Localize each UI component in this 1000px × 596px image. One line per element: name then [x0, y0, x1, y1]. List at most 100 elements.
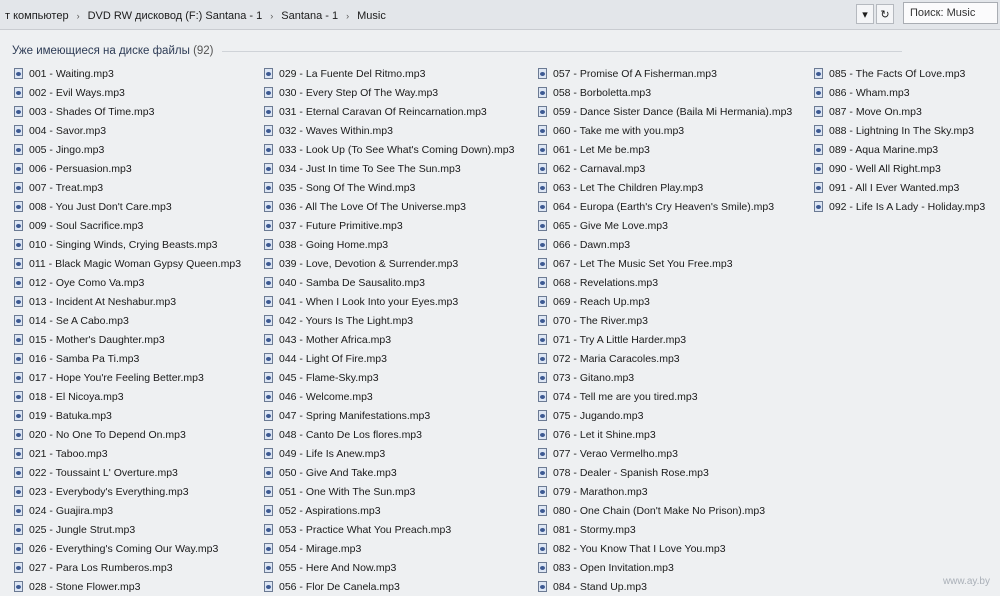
file-item[interactable]: 020 - No One To Depend On.mp3 [14, 425, 284, 444]
file-item[interactable]: 056 - Flor De Canela.mp3 [264, 577, 534, 596]
file-item[interactable]: 087 - Move On.mp3 [814, 102, 1000, 121]
file-item[interactable]: 040 - Samba De Sausalito.mp3 [264, 273, 534, 292]
file-item[interactable]: 035 - Song Of The Wind.mp3 [264, 178, 534, 197]
group-header[interactable]: Уже имеющиеся на диске файлы (92) [12, 43, 902, 59]
file-item[interactable]: 081 - Stormy.mp3 [538, 520, 808, 539]
file-item[interactable]: 059 - Dance Sister Dance (Baila Mi Herma… [538, 102, 808, 121]
file-item[interactable]: 036 - All The Love Of The Universe.mp3 [264, 197, 534, 216]
file-item[interactable]: 060 - Take me with you.mp3 [538, 121, 808, 140]
file-item[interactable]: 091 - All I Ever Wanted.mp3 [814, 178, 1000, 197]
file-item[interactable]: 032 - Waves Within.mp3 [264, 121, 534, 140]
file-item[interactable]: 089 - Aqua Marine.mp3 [814, 140, 1000, 159]
file-item[interactable]: 049 - Life Is Anew.mp3 [264, 444, 534, 463]
file-item[interactable]: 007 - Treat.mp3 [14, 178, 284, 197]
file-item[interactable]: 028 - Stone Flower.mp3 [14, 577, 284, 596]
file-item[interactable]: 029 - La Fuente Del Ritmo.mp3 [264, 64, 534, 83]
history-dropdown-button[interactable]: ▾ [856, 4, 874, 24]
file-item[interactable]: 082 - You Know That I Love You.mp3 [538, 539, 808, 558]
breadcrumb-separator-icon[interactable]: › [267, 11, 276, 21]
file-item[interactable]: 076 - Let it Shine.mp3 [538, 425, 808, 444]
file-item[interactable]: 071 - Try A Little Harder.mp3 [538, 330, 808, 349]
file-item[interactable]: 037 - Future Primitive.mp3 [264, 216, 534, 235]
file-item[interactable]: 085 - The Facts Of Love.mp3 [814, 64, 1000, 83]
file-item[interactable]: 045 - Flame-Sky.mp3 [264, 368, 534, 387]
breadcrumb-separator-icon[interactable]: › [343, 11, 352, 21]
file-item[interactable]: 041 - When I Look Into your Eyes.mp3 [264, 292, 534, 311]
file-item[interactable]: 070 - The River.mp3 [538, 311, 808, 330]
file-item[interactable]: 046 - Welcome.mp3 [264, 387, 534, 406]
file-item[interactable]: 014 - Se A Cabo.mp3 [14, 311, 284, 330]
file-item[interactable]: 050 - Give And Take.mp3 [264, 463, 534, 482]
file-item[interactable]: 039 - Love, Devotion & Surrender.mp3 [264, 254, 534, 273]
file-item[interactable]: 077 - Verao Vermelho.mp3 [538, 444, 808, 463]
file-item[interactable]: 011 - Black Magic Woman Gypsy Queen.mp3 [14, 254, 284, 273]
file-item[interactable]: 027 - Para Los Rumberos.mp3 [14, 558, 284, 577]
file-item[interactable]: 072 - Maria Caracoles.mp3 [538, 349, 808, 368]
file-item[interactable]: 088 - Lightning In The Sky.mp3 [814, 121, 1000, 140]
file-item[interactable]: 016 - Samba Pa Ti.mp3 [14, 349, 284, 368]
breadcrumb-dvd-drive[interactable]: DVD RW дисковод (F:) Santana - 1 [83, 10, 268, 22]
file-item[interactable]: 074 - Tell me are you tired.mp3 [538, 387, 808, 406]
file-item[interactable]: 064 - Europa (Earth's Cry Heaven's Smile… [538, 197, 808, 216]
file-item[interactable]: 053 - Practice What You Preach.mp3 [264, 520, 534, 539]
file-item[interactable]: 078 - Dealer - Spanish Rose.mp3 [538, 463, 808, 482]
search-input[interactable]: Поиск: Music [903, 2, 998, 24]
file-item[interactable]: 006 - Persuasion.mp3 [14, 159, 284, 178]
file-item[interactable]: 055 - Here And Now.mp3 [264, 558, 534, 577]
breadcrumb-santana[interactable]: Santana - 1 [276, 10, 343, 22]
file-item[interactable]: 001 - Waiting.mp3 [14, 64, 284, 83]
file-item[interactable]: 058 - Borboletta.mp3 [538, 83, 808, 102]
file-item[interactable]: 025 - Jungle Strut.mp3 [14, 520, 284, 539]
file-item[interactable]: 063 - Let The Children Play.mp3 [538, 178, 808, 197]
file-item[interactable]: 048 - Canto De Los flores.mp3 [264, 425, 534, 444]
file-item[interactable]: 013 - Incident At Neshabur.mp3 [14, 292, 284, 311]
file-item[interactable]: 084 - Stand Up.mp3 [538, 577, 808, 596]
file-item[interactable]: 061 - Let Me be.mp3 [538, 140, 808, 159]
file-item[interactable]: 073 - Gitano.mp3 [538, 368, 808, 387]
breadcrumb-computer[interactable]: т компьютер [0, 10, 74, 22]
file-item[interactable]: 010 - Singing Winds, Crying Beasts.mp3 [14, 235, 284, 254]
file-item[interactable]: 079 - Marathon.mp3 [538, 482, 808, 501]
file-item[interactable]: 018 - El Nicoya.mp3 [14, 387, 284, 406]
file-item[interactable]: 066 - Dawn.mp3 [538, 235, 808, 254]
file-item[interactable]: 038 - Going Home.mp3 [264, 235, 534, 254]
file-item[interactable]: 022 - Toussaint L' Overture.mp3 [14, 463, 284, 482]
breadcrumb-music[interactable]: Music [352, 10, 391, 22]
file-item[interactable]: 075 - Jugando.mp3 [538, 406, 808, 425]
file-item[interactable]: 019 - Batuka.mp3 [14, 406, 284, 425]
file-item[interactable]: 030 - Every Step Of The Way.mp3 [264, 83, 534, 102]
refresh-button[interactable]: ↻ [876, 4, 894, 24]
file-item[interactable]: 068 - Revelations.mp3 [538, 273, 808, 292]
file-item[interactable]: 005 - Jingo.mp3 [14, 140, 284, 159]
file-item[interactable]: 024 - Guajira.mp3 [14, 501, 284, 520]
file-item[interactable]: 092 - Life Is A Lady - Holiday.mp3 [814, 197, 1000, 216]
file-item[interactable]: 065 - Give Me Love.mp3 [538, 216, 808, 235]
file-item[interactable]: 052 - Aspirations.mp3 [264, 501, 534, 520]
file-item[interactable]: 003 - Shades Of Time.mp3 [14, 102, 284, 121]
file-item[interactable]: 034 - Just In time To See The Sun.mp3 [264, 159, 534, 178]
file-item[interactable]: 062 - Carnaval.mp3 [538, 159, 808, 178]
file-item[interactable]: 044 - Light Of Fire.mp3 [264, 349, 534, 368]
breadcrumb-separator-icon[interactable]: › [74, 11, 83, 21]
file-item[interactable]: 017 - Hope You're Feeling Better.mp3 [14, 368, 284, 387]
file-item[interactable]: 021 - Taboo.mp3 [14, 444, 284, 463]
file-item[interactable]: 012 - Oye Como Va.mp3 [14, 273, 284, 292]
breadcrumb[interactable]: т компьютер › DVD RW дисковод (F:) Santa… [0, 6, 391, 26]
file-item[interactable]: 067 - Let The Music Set You Free.mp3 [538, 254, 808, 273]
file-item[interactable]: 086 - Wham.mp3 [814, 83, 1000, 102]
file-item[interactable]: 031 - Eternal Caravan Of Reincarnation.m… [264, 102, 534, 121]
file-item[interactable]: 002 - Evil Ways.mp3 [14, 83, 284, 102]
file-item[interactable]: 054 - Mirage.mp3 [264, 539, 534, 558]
file-item[interactable]: 008 - You Just Don't Care.mp3 [14, 197, 284, 216]
file-item[interactable]: 090 - Well All Right.mp3 [814, 159, 1000, 178]
file-item[interactable]: 043 - Mother Africa.mp3 [264, 330, 534, 349]
file-item[interactable]: 023 - Everybody's Everything.mp3 [14, 482, 284, 501]
file-item[interactable]: 042 - Yours Is The Light.mp3 [264, 311, 534, 330]
file-item[interactable]: 015 - Mother's Daughter.mp3 [14, 330, 284, 349]
file-item[interactable]: 009 - Soul Sacrifice.mp3 [14, 216, 284, 235]
file-item[interactable]: 069 - Reach Up.mp3 [538, 292, 808, 311]
file-item[interactable]: 004 - Savor.mp3 [14, 121, 284, 140]
file-item[interactable]: 057 - Promise Of A Fisherman.mp3 [538, 64, 808, 83]
file-item[interactable]: 033 - Look Up (To See What's Coming Down… [264, 140, 534, 159]
file-item[interactable]: 083 - Open Invitation.mp3 [538, 558, 808, 577]
